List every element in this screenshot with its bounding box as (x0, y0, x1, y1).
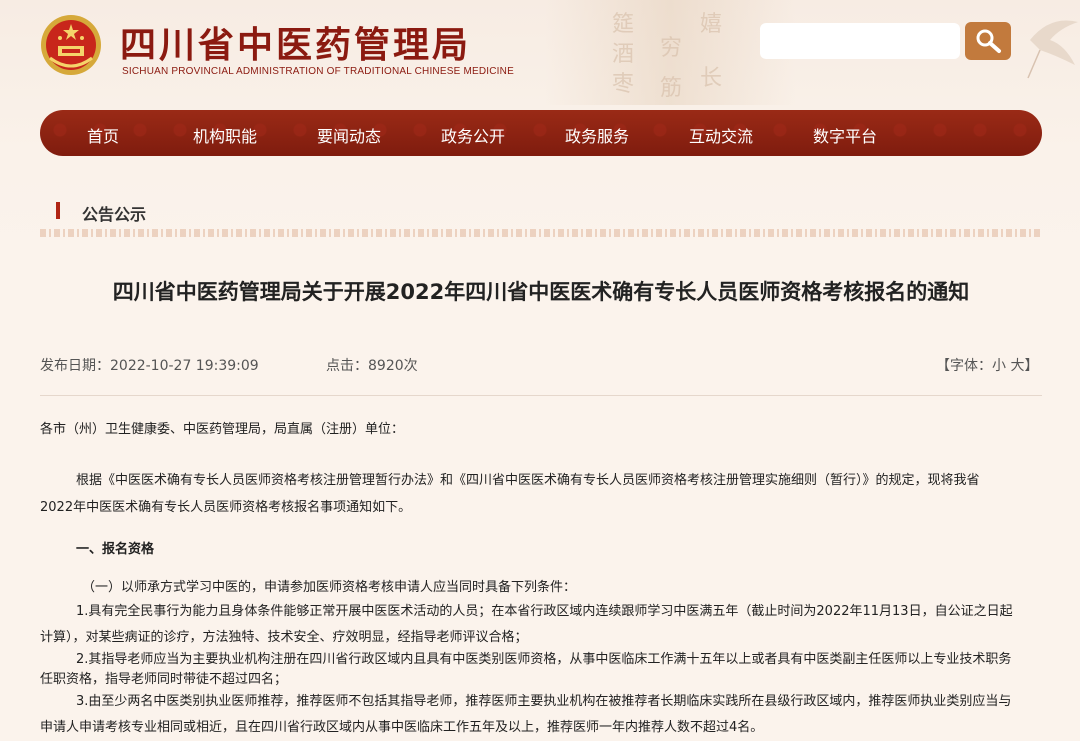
list-item-cont: 任职资格，指导老师同时带徒不超过四名； (40, 672, 288, 687)
article-title: 四川省中医药管理局关于开展2022年四川省中医医术确有专长人员医师资格考核报名的… (112, 280, 970, 304)
list-item-cont: 计算），对某些病证的诊疗，方法独特、技术安全、疗效明显，经指导老师评议合格； (40, 630, 528, 645)
salutation: 各市（州）卫生健康委、中医药管理局，局直属（注册）单位： (40, 422, 405, 437)
search-button[interactable] (965, 22, 1011, 60)
meta-divider (40, 395, 1042, 396)
calligraphy-decoration: 枣 (612, 72, 635, 97)
nav-item-home[interactable]: 首页 (87, 123, 119, 147)
section-marker (56, 202, 60, 219)
list-item: 3.由至少两名中医类别执业医师推荐，推荐医师不包括其指导老师，推荐医师主要执业机… (76, 694, 1012, 709)
list-item: 2.其指导老师应当为主要执业机构注册在四川省行政区域内且具有中医类别医师资格，从… (76, 652, 1012, 667)
nav-item-interaction[interactable]: 互动交流 (689, 123, 753, 147)
nav-item-gov-affairs-public[interactable]: 政务公开 (441, 123, 505, 147)
calligraphy-decoration: 穷 (660, 36, 683, 61)
list-item-cont: 申请人申请考核专业相同或相近，且在四川省行政区域内从事中医临床工作五年及以上，推… (40, 720, 764, 735)
intro-paragraph: 根据《中医医术确有专长人员医师资格考核注册管理暂行办法》和《四川省中医医术确有专… (76, 473, 980, 488)
calligraphy-decoration: 筵 (612, 12, 635, 37)
search-input[interactable] (760, 23, 960, 59)
calligraphy-decoration: 酒 (612, 42, 635, 67)
site-title: 四川省中医药管理局 (120, 24, 472, 66)
calligraphy-decoration: 长 (700, 66, 723, 91)
main-nav: 首页 机构职能 要闻动态 政务公开 政务服务 互动交流 数字平台 (40, 110, 1042, 156)
publish-date: 发布日期：2022-10-27 19:39:09 (40, 358, 259, 374)
nav-item-digital-platform[interactable]: 数字平台 (813, 123, 877, 147)
section-heading: 一、报名资格 (76, 542, 155, 557)
national-emblem-icon (41, 15, 101, 75)
calligraphy-decoration: 嬉 (700, 12, 723, 37)
nav-item-functions[interactable]: 机构职能 (193, 123, 257, 147)
click-count: 点击：8920次 (326, 358, 418, 374)
section-title[interactable]: 公告公示 (82, 201, 146, 225)
intro-paragraph-cont: 2022年中医医术确有专长人员医师资格考核报名事项通知如下。 (40, 500, 412, 515)
list-item: 1.具有完全民事行为能力且身体条件能够正常开展中医医术活动的人员；在本省行政区域… (76, 604, 1013, 619)
nav-item-gov-services[interactable]: 政务服务 (565, 123, 629, 147)
decorative-divider (40, 229, 1042, 237)
calligraphy-decoration: 筋 (660, 76, 683, 101)
site-subtitle: SICHUAN PROVINCIAL ADMINISTRATION OF TRA… (122, 66, 514, 77)
subsection-heading: （一）以师承方式学习中医的，申请参加医师资格考核申请人应当同时具备下列条件： (82, 580, 577, 595)
nav-item-news[interactable]: 要闻动态 (317, 123, 381, 147)
crane-decoration-icon (1027, 20, 1078, 79)
search-icon (976, 29, 1001, 53)
font-size-control[interactable]: 【字体：小 大】 (936, 355, 1038, 375)
